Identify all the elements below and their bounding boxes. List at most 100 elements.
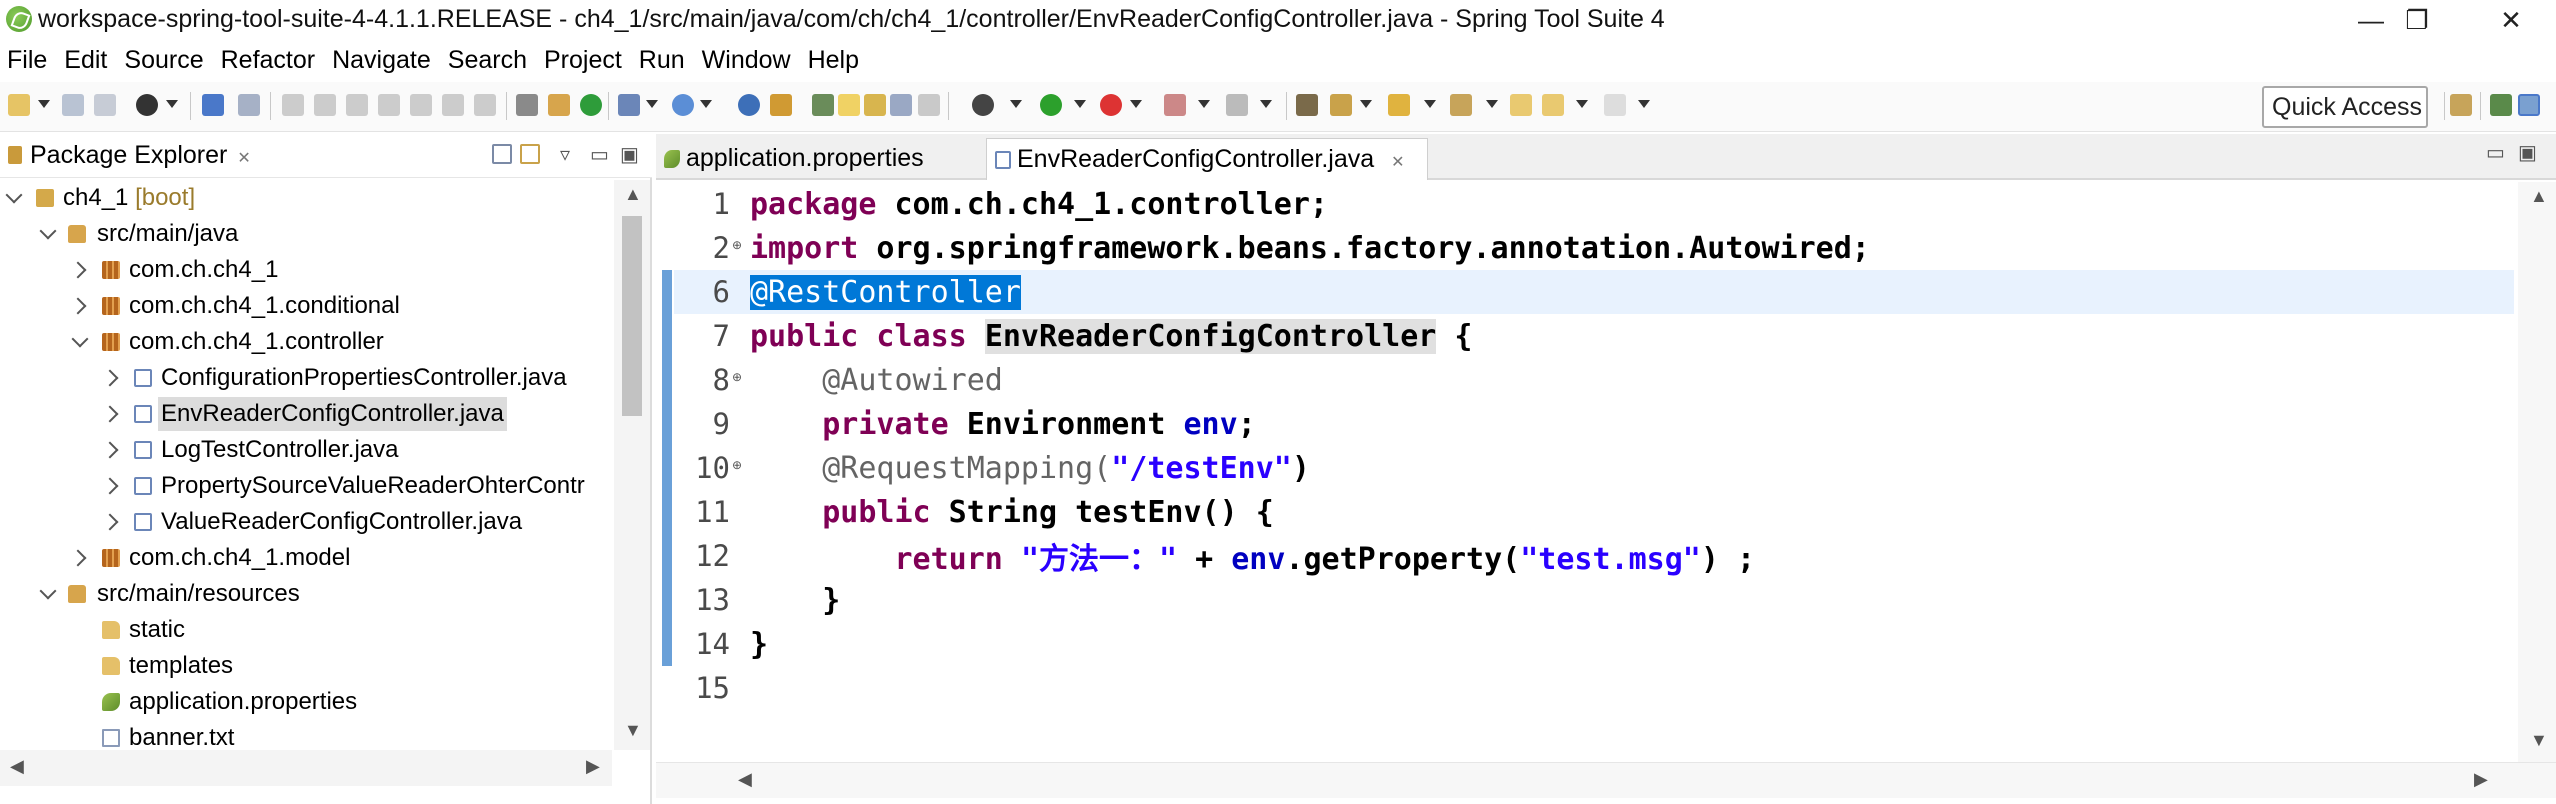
code-editor[interactable]: 1 package com.ch.ch4_1.controller; 2 ⊕ i… bbox=[656, 182, 2516, 762]
tree-item-folder[interactable]: static bbox=[0, 612, 612, 648]
step-return-icon[interactable] bbox=[474, 94, 496, 116]
run-dropdown-icon[interactable] bbox=[1074, 100, 1086, 108]
menu-edit[interactable]: Edit bbox=[57, 42, 117, 78]
tree-item-properties-file[interactable]: application.properties bbox=[0, 684, 612, 720]
java-perspective-icon[interactable] bbox=[2518, 94, 2540, 116]
new-class-dropdown-icon[interactable] bbox=[700, 100, 712, 108]
menu-run[interactable]: Run bbox=[632, 42, 695, 78]
menu-search[interactable]: Search bbox=[441, 42, 537, 78]
menu-file[interactable]: File bbox=[0, 42, 57, 78]
explorer-horizontal-scrollbar[interactable]: ◀ ▶ bbox=[0, 750, 612, 786]
mark-occurrences-icon[interactable] bbox=[864, 94, 886, 116]
quick-access-field[interactable]: Quick Access bbox=[2262, 86, 2428, 128]
tree-item-java-file[interactable]: ValueReaderConfigController.java bbox=[0, 504, 612, 540]
collapse-all-icon[interactable] bbox=[492, 144, 512, 164]
new-spring-project-icon[interactable] bbox=[618, 94, 640, 116]
tree-item-src-main-java[interactable]: src/main/java bbox=[0, 216, 612, 252]
external-tools-dropdown-icon[interactable] bbox=[1130, 100, 1142, 108]
run-icon[interactable] bbox=[1040, 94, 1062, 116]
relaunch-icon[interactable] bbox=[580, 94, 602, 116]
chevron-right-icon[interactable] bbox=[101, 405, 119, 423]
chevron-right-icon[interactable] bbox=[69, 261, 87, 279]
search-icon[interactable] bbox=[770, 94, 792, 116]
restore-button[interactable]: ❐ bbox=[2382, 0, 2452, 40]
forward-icon[interactable] bbox=[1604, 94, 1626, 116]
chevron-right-icon[interactable] bbox=[69, 297, 87, 315]
open-console-icon[interactable] bbox=[516, 94, 538, 116]
chevron-right-icon[interactable] bbox=[101, 441, 119, 459]
chevron-right-icon[interactable] bbox=[69, 549, 87, 567]
maximize-editor-icon[interactable]: ▣ bbox=[2518, 140, 2537, 165]
package-explorer-close-icon[interactable]: ✕ bbox=[237, 150, 250, 167]
scroll-right-icon[interactable]: ▶ bbox=[586, 756, 600, 777]
resume-icon[interactable] bbox=[282, 94, 304, 116]
menu-refactor[interactable]: Refactor bbox=[214, 42, 325, 78]
scroll-down-icon[interactable]: ▼ bbox=[2530, 730, 2548, 751]
tree-item-text-file[interactable]: banner.txt bbox=[0, 720, 612, 750]
highlight-icon[interactable] bbox=[838, 94, 860, 116]
open-task-icon[interactable] bbox=[1330, 94, 1352, 116]
print-icon[interactable] bbox=[136, 94, 158, 116]
menu-navigate[interactable]: Navigate bbox=[325, 42, 441, 78]
step-over-icon[interactable] bbox=[442, 94, 464, 116]
tree-item-folder[interactable]: templates bbox=[0, 648, 612, 684]
coverage-icon[interactable] bbox=[1226, 94, 1248, 116]
chevron-right-icon[interactable] bbox=[101, 369, 119, 387]
scroll-left-icon[interactable]: ◀ bbox=[10, 756, 24, 777]
external-tools-icon[interactable] bbox=[1100, 94, 1122, 116]
pin-icon[interactable] bbox=[812, 94, 834, 116]
spring-boot-icon[interactable] bbox=[548, 94, 570, 116]
menu-help[interactable]: Help bbox=[801, 42, 869, 78]
scroll-right-icon[interactable]: ▶ bbox=[2474, 769, 2488, 790]
debug-icon[interactable] bbox=[972, 94, 994, 116]
next-annotation-icon[interactable] bbox=[1388, 94, 1410, 116]
chevron-down-icon[interactable] bbox=[39, 222, 57, 240]
scroll-up-icon[interactable]: ▲ bbox=[2530, 186, 2548, 207]
link-with-editor-icon[interactable] bbox=[520, 144, 540, 164]
editor-vertical-scrollbar[interactable]: ▲ ▼ bbox=[2518, 182, 2556, 762]
new-class-icon[interactable] bbox=[672, 94, 694, 116]
previous-annotation-icon[interactable] bbox=[1450, 94, 1472, 116]
print-dropdown-icon[interactable] bbox=[166, 100, 178, 108]
package-explorer-tab[interactable]: Package Explorer ✕ bbox=[30, 141, 251, 170]
tree-item-package[interactable]: com.ch.ch4_1.controller bbox=[0, 324, 612, 360]
boot-dashboard-icon[interactable] bbox=[1296, 94, 1318, 116]
step-into-icon[interactable] bbox=[410, 94, 432, 116]
close-window-button[interactable]: ✕ bbox=[2476, 0, 2546, 40]
fold-expand-icon[interactable]: ⊕ bbox=[732, 238, 742, 252]
chevron-right-icon[interactable] bbox=[101, 477, 119, 495]
chevron-down-icon[interactable] bbox=[5, 186, 23, 204]
fold-expand-icon[interactable]: ⊕ bbox=[732, 370, 742, 384]
tab-application-properties[interactable]: application.properties bbox=[656, 138, 962, 180]
editor-horizontal-scrollbar[interactable]: ◀ ▶ bbox=[656, 762, 2556, 798]
tree-item-java-file[interactable]: PropertySourceValueReaderOhterContr bbox=[0, 468, 612, 504]
chevron-right-icon[interactable] bbox=[101, 513, 119, 531]
fold-expand-icon[interactable]: ⊕ bbox=[732, 458, 742, 472]
open-task-dropdown-icon[interactable] bbox=[1360, 100, 1372, 108]
tree-item-project[interactable]: ch4_1 [boot] bbox=[0, 180, 612, 216]
tree-item-src-main-resources[interactable]: src/main/resources bbox=[0, 576, 612, 612]
stop-dropdown-icon[interactable] bbox=[1198, 100, 1210, 108]
tree-item-package[interactable]: com.ch.ch4_1.conditional bbox=[0, 288, 612, 324]
terminate-icon[interactable] bbox=[346, 94, 368, 116]
tab-close-icon[interactable]: ✕ bbox=[1391, 154, 1404, 171]
last-edit-icon[interactable] bbox=[1510, 94, 1532, 116]
menu-project[interactable]: Project bbox=[537, 42, 632, 78]
tree-item-java-file-selected[interactable]: EnvReaderConfigController.java bbox=[0, 396, 612, 432]
next-annotation-dropdown-icon[interactable] bbox=[1424, 100, 1436, 108]
suspend-icon[interactable] bbox=[314, 94, 336, 116]
view-menu-icon[interactable]: ▿ bbox=[560, 142, 570, 167]
tree-item-package[interactable]: com.ch.ch4_1.model bbox=[0, 540, 612, 576]
chevron-down-icon[interactable] bbox=[39, 582, 57, 600]
skip-breakpoints-icon[interactable] bbox=[238, 94, 260, 116]
save-icon[interactable] bbox=[62, 94, 84, 116]
terminal-icon[interactable] bbox=[202, 94, 224, 116]
scroll-up-icon[interactable]: ▲ bbox=[624, 184, 642, 205]
open-type-icon[interactable] bbox=[738, 94, 760, 116]
menu-window[interactable]: Window bbox=[695, 42, 801, 78]
new-dropdown-icon[interactable] bbox=[38, 100, 50, 108]
tab-env-reader-config-controller[interactable]: EnvReaderConfigController.java ✕ bbox=[986, 138, 1428, 180]
block-selection-icon[interactable] bbox=[890, 94, 912, 116]
minimize-editor-icon[interactable]: ▭ bbox=[2486, 140, 2505, 165]
tree-item-java-file[interactable]: ConfigurationPropertiesController.java bbox=[0, 360, 612, 396]
